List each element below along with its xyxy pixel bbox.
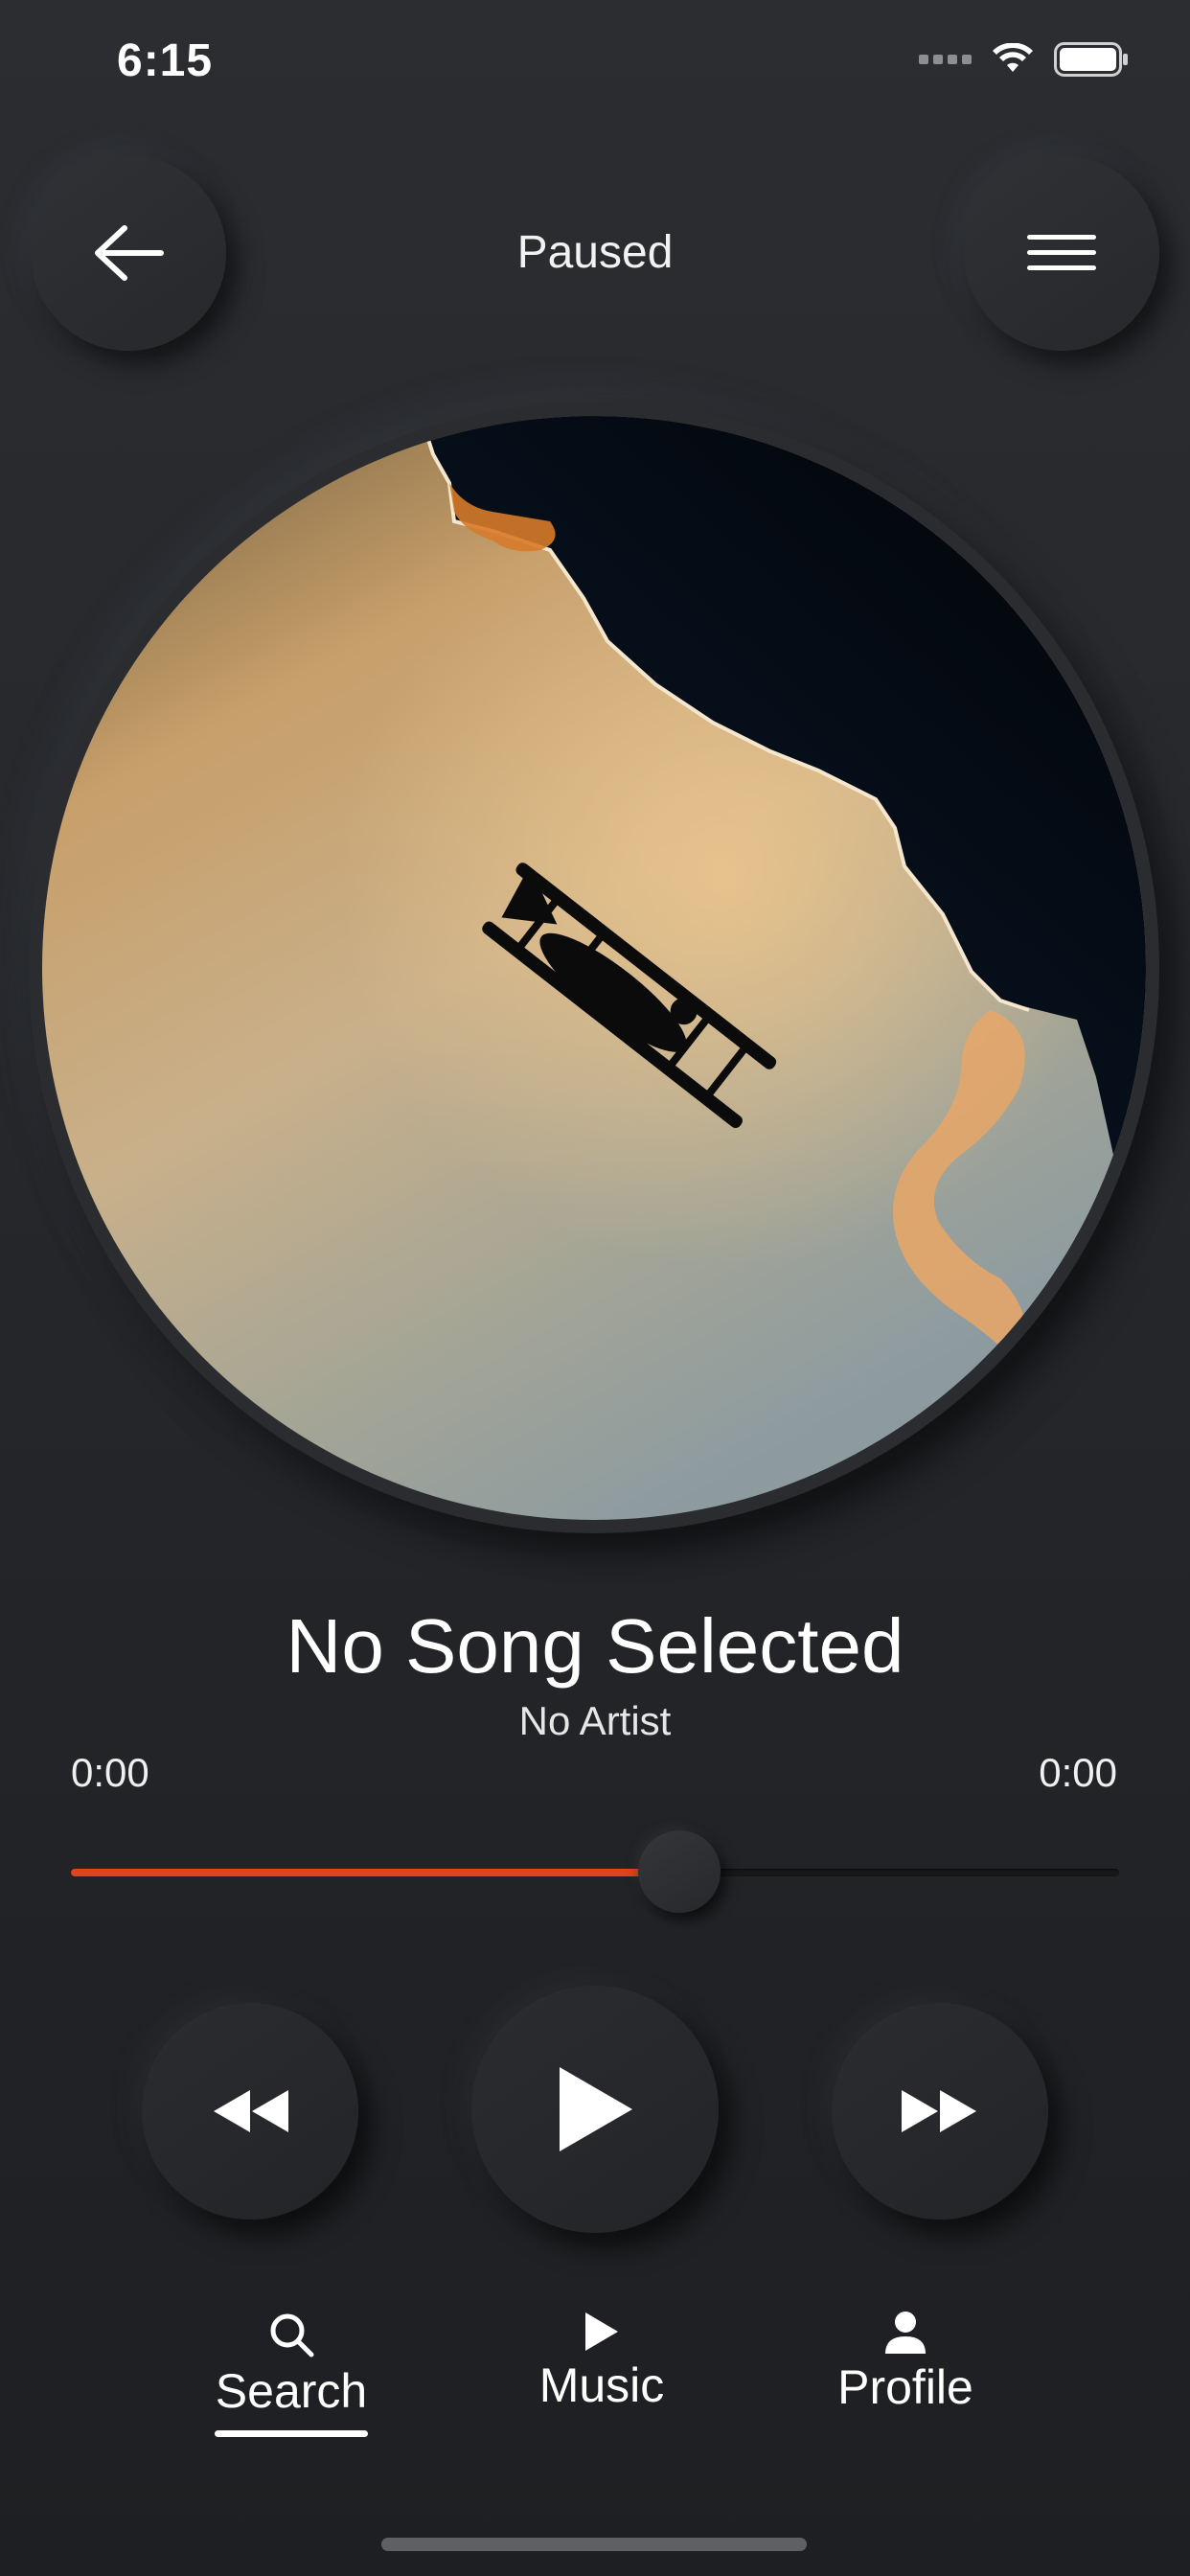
album-art-frame — [29, 402, 1159, 1533]
play-icon — [585, 2312, 618, 2351]
status-bar: 6:15 — [0, 0, 1190, 134]
cellular-signal-icon — [919, 55, 972, 64]
hamburger-menu-icon — [1027, 235, 1096, 270]
home-indicator[interactable] — [381, 2538, 807, 2551]
battery-icon — [1054, 42, 1128, 77]
person-icon — [885, 2312, 926, 2354]
nav-label-music: Music — [538, 2358, 665, 2412]
play-button[interactable] — [471, 1986, 719, 2233]
nav-label-profile: Profile — [837, 2360, 973, 2414]
rewind-icon — [214, 2090, 288, 2132]
fast-forward-icon — [902, 2090, 976, 2132]
fast-forward-button[interactable] — [832, 2003, 1048, 2220]
album-art — [42, 416, 1146, 1520]
wifi-icon — [993, 43, 1033, 72]
nav-label-search: Search — [215, 2364, 368, 2418]
search-icon — [270, 2313, 314, 2358]
menu-button[interactable] — [964, 155, 1159, 351]
progress-thumb[interactable] — [637, 1830, 721, 1913]
status-icons — [919, 42, 1129, 77]
status-time: 6:15 — [117, 35, 214, 86]
rewind-button[interactable] — [142, 2003, 358, 2220]
total-duration: 0:00 — [1039, 1750, 1117, 1795]
progress-track[interactable] — [71, 1869, 1119, 1876]
active-tab-indicator — [215, 2430, 368, 2437]
song-title: No Song Selected — [286, 1603, 904, 1689]
song-artist: No Artist — [518, 1698, 672, 1743]
nav-item-profile[interactable]: Profile — [805, 2310, 1006, 2415]
elapsed-time: 0:00 — [71, 1750, 149, 1795]
play-icon — [560, 2067, 632, 2151]
progress-fill — [71, 1869, 679, 1876]
nav-item-music[interactable]: Music — [506, 2310, 698, 2413]
nav-item-search[interactable]: Search — [192, 2310, 391, 2419]
